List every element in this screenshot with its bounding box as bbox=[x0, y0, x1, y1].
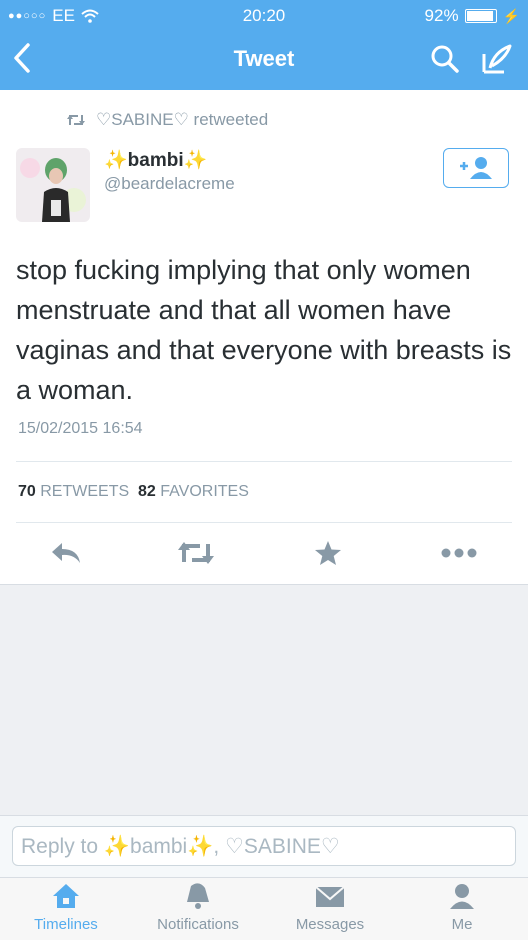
envelope-icon bbox=[315, 886, 345, 907]
follow-button[interactable] bbox=[443, 148, 509, 188]
retweet-icon bbox=[67, 115, 85, 125]
home-icon bbox=[53, 884, 79, 908]
battery-percentage: 92% bbox=[424, 6, 459, 25]
tweet-timestamp: 15/02/2015 16:54 bbox=[18, 420, 143, 437]
retweets-count[interactable]: 70 bbox=[18, 483, 36, 500]
retweets-label[interactable]: RETWEETS bbox=[40, 483, 129, 500]
compose-icon[interactable] bbox=[480, 42, 514, 76]
sparkles-icon: ✨ bbox=[187, 835, 214, 858]
tweet-detail: ♡SABINE♡ retweeted ✨bambi✨ @beardelacrem… bbox=[0, 90, 528, 585]
tweet-text: stop fucking implying that only women me… bbox=[16, 255, 512, 405]
tab-messages[interactable]: Messages bbox=[264, 882, 396, 933]
sparkles-icon: ✨ bbox=[103, 835, 131, 858]
engagement-counts: 70 RETWEETS 82 FAVORITES bbox=[18, 483, 249, 501]
avatar[interactable] bbox=[16, 148, 90, 222]
header: ●●○○○ EE 20:20 92% ⚡ Tweet bbox=[0, 0, 528, 90]
charging-icon: ⚡ bbox=[502, 7, 520, 24]
person-icon bbox=[450, 884, 474, 909]
tab-me[interactable]: Me bbox=[396, 882, 528, 933]
search-icon[interactable] bbox=[430, 44, 460, 74]
more-options-icon[interactable] bbox=[441, 548, 477, 558]
reply-icon[interactable] bbox=[50, 540, 82, 566]
divider bbox=[16, 522, 512, 523]
tab-notifications[interactable]: Notifications bbox=[132, 882, 264, 933]
tab-timelines[interactable]: Timelines bbox=[0, 882, 132, 933]
sparkles-icon: ✨ bbox=[104, 150, 128, 171]
tab-bar: Timelines Notifications Messages Me bbox=[0, 877, 528, 940]
status-bar: ●●○○○ EE 20:20 92% ⚡ bbox=[0, 6, 528, 26]
reply-input[interactable]: Reply to ✨bambi✨, ♡SABINE♡ bbox=[12, 826, 516, 866]
display-name[interactable]: ✨bambi✨ bbox=[104, 148, 207, 172]
favorites-label[interactable]: FAVORITES bbox=[160, 483, 249, 500]
nav-bar: Tweet bbox=[0, 40, 528, 84]
add-user-icon bbox=[460, 157, 492, 179]
user-handle[interactable]: @beardelacreme bbox=[104, 174, 235, 194]
divider bbox=[16, 461, 512, 462]
favorites-count[interactable]: 82 bbox=[138, 483, 156, 500]
retweet-context: ♡SABINE♡ retweeted bbox=[66, 110, 268, 130]
battery-icon bbox=[464, 9, 497, 23]
retweeted-by-label: ♡SABINE♡ retweeted bbox=[96, 110, 269, 129]
sparkles-icon: ✨ bbox=[183, 150, 208, 171]
bell-icon bbox=[187, 883, 209, 909]
retweet-icon[interactable] bbox=[176, 540, 216, 566]
reply-bar: Reply to ✨bambi✨, ♡SABINE♡ bbox=[0, 815, 528, 878]
favorite-star-icon[interactable] bbox=[314, 540, 342, 566]
